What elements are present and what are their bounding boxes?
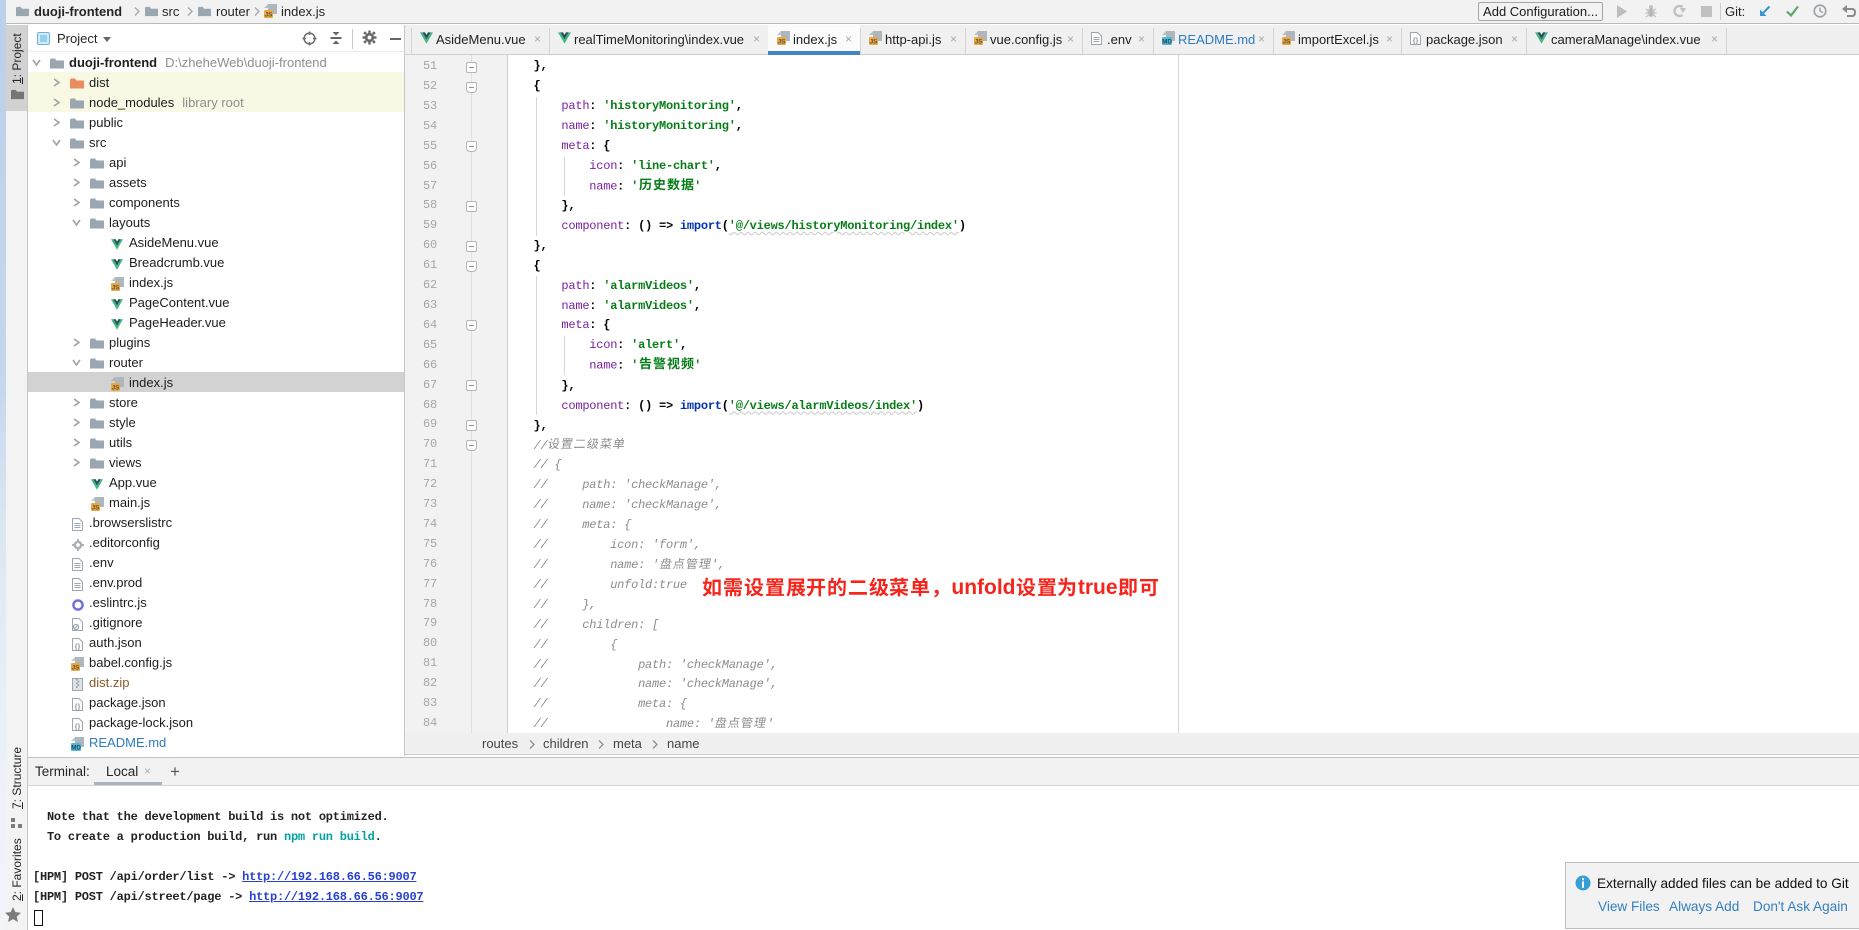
svg-text:JS: JS	[975, 39, 984, 46]
svg-text:JS: JS	[112, 385, 121, 392]
svg-text:JS: JS	[265, 12, 274, 19]
svg-text:{}: {}	[75, 642, 81, 651]
svg-text:JS: JS	[1283, 39, 1292, 46]
svg-text:{}: {}	[1413, 36, 1419, 45]
svg-text:{}: {}	[75, 702, 81, 711]
svg-text:JS: JS	[870, 39, 879, 46]
svg-text:JS: JS	[778, 39, 787, 46]
svg-text:MD: MD	[1162, 39, 1172, 46]
svg-text:JS: JS	[112, 285, 121, 292]
svg-text:JS: JS	[92, 505, 101, 512]
svg-text:{}: {}	[75, 722, 81, 731]
svg-text:JS: JS	[72, 665, 81, 672]
svg-text:MD: MD	[71, 745, 81, 752]
